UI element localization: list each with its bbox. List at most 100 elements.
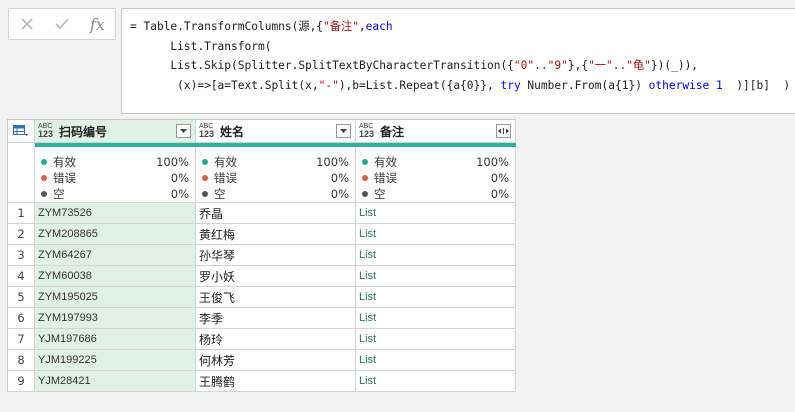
table-row: 2 ZYM208865 黄红梅 List — [8, 224, 516, 245]
quality-valid-dot — [362, 158, 368, 165]
formula-bar-controls: fx — [8, 8, 116, 40]
quality-percent: 0% — [170, 187, 189, 201]
quality-percent: 100% — [476, 155, 509, 169]
cell-name[interactable]: 王腾鹤 — [196, 371, 356, 392]
row-number[interactable]: 3 — [8, 245, 35, 266]
quality-percent: 0% — [330, 171, 349, 185]
cell-note-list[interactable]: List — [356, 308, 516, 329]
quality-label: 错误 — [53, 171, 76, 185]
type-any-icon[interactable]: ABC 123 — [359, 123, 375, 139]
table-row: 5 ZYM195025 王俊飞 List — [8, 287, 516, 308]
column-filter-button[interactable] — [176, 124, 191, 138]
fx-icon: fx — [89, 14, 105, 34]
formula-editor[interactable]: = Table.TransformColumns(源,{"备注",each Li… — [121, 8, 795, 114]
table-row: 3 ZYM64267 孙华琴 List — [8, 245, 516, 266]
column-name: 姓名 — [220, 124, 245, 139]
row-number[interactable]: 6 — [8, 308, 35, 329]
quality-label: 有效 — [374, 155, 397, 169]
quality-error-dot — [202, 174, 208, 181]
cell-code[interactable]: ZYM60038 — [35, 266, 196, 287]
quality-label: 有效 — [53, 155, 76, 169]
type-any-icon[interactable]: ABC 123 — [199, 123, 215, 139]
column-header-note[interactable]: ABC 123 备注 — [356, 120, 516, 143]
cell-note-list[interactable]: List — [356, 203, 516, 224]
column-name: 扫码编号 — [59, 124, 108, 139]
cell-name[interactable]: 罗小妖 — [196, 266, 356, 287]
x-icon — [21, 18, 33, 30]
quality-percent: 0% — [330, 187, 349, 201]
cell-name[interactable]: 杨玲 — [196, 329, 356, 350]
cell-code[interactable]: ZYM64267 — [35, 245, 196, 266]
row-number[interactable]: 8 — [8, 350, 35, 371]
cell-name[interactable]: 孙华琴 — [196, 245, 356, 266]
quality-valid-row: 有效 100% — [362, 154, 509, 170]
cell-note-list[interactable]: List — [356, 266, 516, 287]
quality-valid-dot — [202, 158, 208, 165]
expand-column-button[interactable] — [496, 124, 511, 138]
quality-percent: 0% — [490, 171, 509, 185]
quality-valid-row: 有效 100% — [41, 154, 189, 170]
table-menu-button[interactable] — [8, 120, 35, 143]
quality-label: 错误 — [374, 171, 397, 185]
row-number[interactable]: 1 — [8, 203, 35, 224]
quality-label: 有效 — [214, 155, 237, 169]
quality-empty-dot — [41, 190, 47, 197]
cell-note-list[interactable]: List — [356, 350, 516, 371]
cell-note-list[interactable]: List — [356, 224, 516, 245]
cell-code[interactable]: ZYM208865 — [35, 224, 196, 245]
column-header-name[interactable]: ABC 123 姓名 — [196, 120, 356, 143]
quality-error-dot — [41, 174, 47, 181]
quality-valid-dot — [41, 158, 47, 165]
data-grid: ABC 123 扫码编号 ABC 123 姓名 ABC 123 备注 有效 10… — [7, 119, 516, 392]
quality-label: 空 — [214, 187, 226, 201]
table-icon — [13, 124, 28, 136]
cell-code[interactable]: ZYM197993 — [35, 308, 196, 329]
quality-error-row: 错误 0% — [202, 170, 349, 186]
quality-empty-dot — [362, 190, 368, 197]
formula-line: List.Skip(Splitter.SplitTextByCharacterT… — [130, 59, 699, 72]
column-filter-button[interactable] — [336, 124, 351, 138]
cell-note-list[interactable]: List — [356, 371, 516, 392]
cell-code[interactable]: ZYM195025 — [35, 287, 196, 308]
quality-error-row: 错误 0% — [41, 170, 189, 186]
row-number[interactable]: 7 — [8, 329, 35, 350]
column-quality-code: 有效 100% 错误 0% 空 0% — [35, 147, 196, 203]
quality-percent: 0% — [490, 187, 509, 201]
row-number[interactable]: 9 — [8, 371, 35, 392]
cell-name[interactable]: 李季 — [196, 308, 356, 329]
quality-error-row: 错误 0% — [362, 170, 509, 186]
checkmark-icon — [55, 18, 69, 30]
fx-button[interactable]: fx — [80, 9, 115, 39]
cell-note-list[interactable]: List — [356, 287, 516, 308]
quality-empty-row: 空 0% — [362, 186, 509, 202]
cell-code[interactable]: YJM28421 — [35, 371, 196, 392]
cell-note-list[interactable]: List — [356, 245, 516, 266]
cell-name[interactable]: 王俊飞 — [196, 287, 356, 308]
column-name: 备注 — [380, 124, 405, 139]
quality-label: 错误 — [214, 171, 237, 185]
type-any-icon[interactable]: ABC 123 — [38, 123, 54, 139]
chevron-down-icon — [180, 129, 187, 133]
cell-code[interactable]: YJM199225 — [35, 350, 196, 371]
formula-line: = Table.TransformColumns(源,{"备注",each — [130, 20, 393, 33]
cell-name[interactable]: 何林芳 — [196, 350, 356, 371]
cell-code[interactable]: YJM197686 — [35, 329, 196, 350]
row-number[interactable]: 5 — [8, 287, 35, 308]
quality-percent: 100% — [156, 155, 189, 169]
confirm-button[interactable] — [44, 9, 79, 39]
cell-name[interactable]: 黄红梅 — [196, 224, 356, 245]
row-number[interactable]: 2 — [8, 224, 35, 245]
quality-percent: 0% — [170, 171, 189, 185]
expand-icon — [498, 128, 509, 134]
table-row: 4 ZYM60038 罗小妖 List — [8, 266, 516, 287]
cell-note-list[interactable]: List — [356, 329, 516, 350]
cancel-button[interactable] — [9, 9, 44, 39]
cell-code[interactable]: ZYM73526 — [35, 203, 196, 224]
quality-label: 空 — [53, 187, 65, 201]
quality-valid-row: 有效 100% — [202, 154, 349, 170]
column-header-code[interactable]: ABC 123 扫码编号 — [35, 120, 196, 143]
cell-name[interactable]: 乔晶 — [196, 203, 356, 224]
formula-line: (x)=>[a=Text.Split(x,"-"),b=List.Repeat(… — [130, 78, 791, 92]
row-number[interactable]: 4 — [8, 266, 35, 287]
table-row: 6 ZYM197993 李季 List — [8, 308, 516, 329]
